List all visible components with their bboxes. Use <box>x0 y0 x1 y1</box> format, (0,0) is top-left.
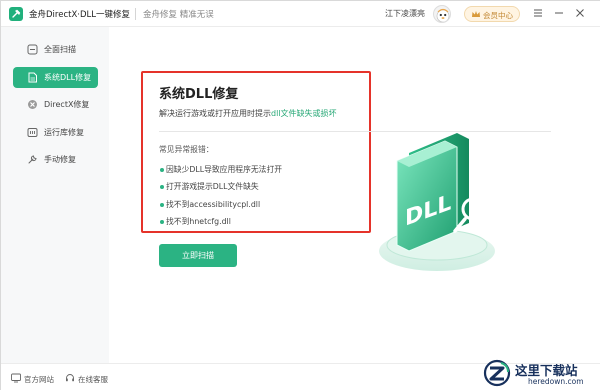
description-highlight: dll文件缺失或损坏 <box>271 109 337 118</box>
title-bar: 金舟DirectX·DLL一键修复 金舟修复 精准无误 江下凌漂亮 会员中心 <box>1 1 600 27</box>
scan-icon <box>27 44 38 55</box>
sidebar-item-label: 系统DLL修复 <box>44 73 92 82</box>
page-description: 解决运行游戏或打开应用时提示dll文件缺失或损坏 <box>159 108 337 119</box>
app-logo-icon <box>9 7 23 21</box>
sidebar-item-label: DirectX修复 <box>44 100 90 109</box>
bullet-icon <box>160 203 164 207</box>
scan-now-button[interactable]: 立即扫描 <box>159 244 237 267</box>
description-text: 解决运行游戏或打开应用时提示 <box>159 109 271 118</box>
dll-illustration: DLL <box>379 133 495 271</box>
minimize-icon[interactable] <box>552 6 566 20</box>
directx-icon <box>28 100 37 109</box>
sidebar-item-label: 手动修复 <box>44 155 76 164</box>
username[interactable]: 江下凌漂亮 <box>385 8 425 19</box>
member-center-button[interactable]: 会员中心 <box>464 6 520 22</box>
menu-icon[interactable] <box>531 6 545 20</box>
dll-file-icon <box>28 72 37 83</box>
bullet-icon <box>160 220 164 224</box>
close-icon[interactable] <box>573 6 587 20</box>
bullet-icon <box>160 168 164 172</box>
avatar[interactable] <box>433 5 451 23</box>
sidebar-item-manual[interactable]: 手动修复 <box>13 149 98 170</box>
watermark-url: heredown.com <box>528 377 584 386</box>
site-watermark: 这里下载站 heredown.com <box>483 358 599 390</box>
sidebar-item-label: 全面扫描 <box>44 45 76 54</box>
watermark-logo-icon <box>483 359 511 387</box>
bullet-icon <box>160 185 164 189</box>
wrench-icon <box>28 155 37 164</box>
title-divider <box>135 8 136 20</box>
headset-icon <box>66 374 74 382</box>
sidebar-item-full-scan[interactable]: 全面扫描 <box>13 39 98 60</box>
app-title: 金舟DirectX·DLL一键修复 <box>29 10 130 20</box>
main-panel: 系统DLL修复 解决运行游戏或打开应用时提示dll文件缺失或损坏 常见异常报错：… <box>109 27 600 363</box>
crown-icon <box>472 11 480 17</box>
sidebar-item-runtime[interactable]: 运行库修复 <box>13 122 98 143</box>
member-center-label: 会员中心 <box>483 11 513 20</box>
app-subtitle: 金舟修复 精准无误 <box>143 10 214 20</box>
sidebar-item-directx[interactable]: DirectX修复 <box>13 94 98 115</box>
app-window: 金舟DirectX·DLL一键修复 金舟修复 精准无误 江下凌漂亮 会员中心 全… <box>0 0 600 390</box>
website-icon <box>11 373 21 383</box>
sidebar: 全面扫描 系统DLL修复 DirectX修复 运行库修复 手动修复 <box>1 27 109 363</box>
issues-heading: 常见异常报错： <box>159 145 214 154</box>
sidebar-item-label: 运行库修复 <box>44 128 84 137</box>
sidebar-item-system-dll[interactable]: 系统DLL修复 <box>13 67 98 88</box>
runtime-icon <box>27 128 38 137</box>
page-title: 系统DLL修复 <box>159 87 239 102</box>
